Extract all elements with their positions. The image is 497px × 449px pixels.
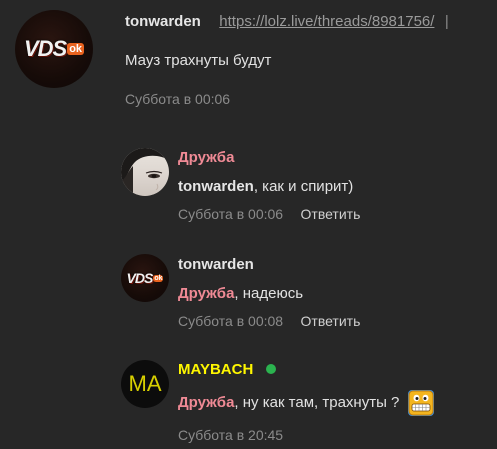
comment-1-body: tonwarden, как и спирит) [178, 178, 353, 195]
comment-1-meta: Суббота в 00:06 Ответить [178, 206, 360, 224]
comment-1-text: , как и спирит) [253, 178, 354, 195]
comment-3-text: , ну как там, трахнуты ? [234, 393, 400, 411]
comment-1-reply-button[interactable]: Ответить [301, 206, 361, 222]
post-header: tonwarden https://lolz.live/threads/8981… [125, 13, 449, 31]
comment-2-reply-button[interactable]: Ответить [301, 313, 361, 329]
post-thread-link[interactable]: https://lolz.live/threads/8981756/ [219, 13, 434, 30]
comment-1-avatar[interactable] [121, 148, 169, 196]
avatar-logo-badge: ok [67, 43, 85, 55]
grin-emoji-icon [407, 390, 434, 416]
comment-2-meta: Суббота в 00:08 Ответить [178, 313, 360, 331]
comment-2-body: Дружба, надеюсь [178, 285, 303, 302]
comment-2-text: , надеюсь [234, 285, 304, 302]
comment-1-author[interactable]: Дружба [178, 149, 234, 166]
comment-3-time: Суббота в 20:45 [178, 427, 284, 443]
comment-2-avatar-logo-text: VDS [126, 270, 154, 286]
comment-3-author[interactable]: MAYBACH [178, 361, 253, 378]
comment-1-avatar-image [121, 148, 169, 196]
comment-1-mention[interactable]: tonwarden [178, 178, 254, 195]
avatar-logo-text: VDS [23, 36, 67, 61]
post-time: Суббота в 00:06 [125, 91, 231, 107]
online-status-icon [265, 364, 276, 374]
comment-2-mention[interactable]: Дружба [178, 285, 234, 302]
comment-2-avatar[interactable]: VDS ok [121, 254, 169, 302]
post-author-avatar[interactable]: VDS ok [15, 10, 93, 88]
comment-2-avatar-logo-badge: ok [153, 274, 164, 282]
comment-3-avatar-initials: MA [128, 371, 162, 396]
comment-3-body: Дружба, ну как там, трахнуты ? [178, 390, 434, 416]
post-text: Мауз трахнуты будут [125, 52, 272, 69]
comment-3-avatar[interactable]: MA [121, 360, 169, 408]
comment-2-time: Суббота в 00:08 [178, 313, 284, 329]
comment-3-header: MAYBACH [178, 361, 276, 379]
comment-1-time: Суббота в 00:06 [178, 206, 284, 222]
post-header-separator: | [444, 13, 449, 30]
comment-2-author[interactable]: tonwarden [178, 256, 254, 273]
comment-3-mention[interactable]: Дружба [178, 394, 234, 411]
post-author-name[interactable]: tonwarden [125, 13, 201, 30]
